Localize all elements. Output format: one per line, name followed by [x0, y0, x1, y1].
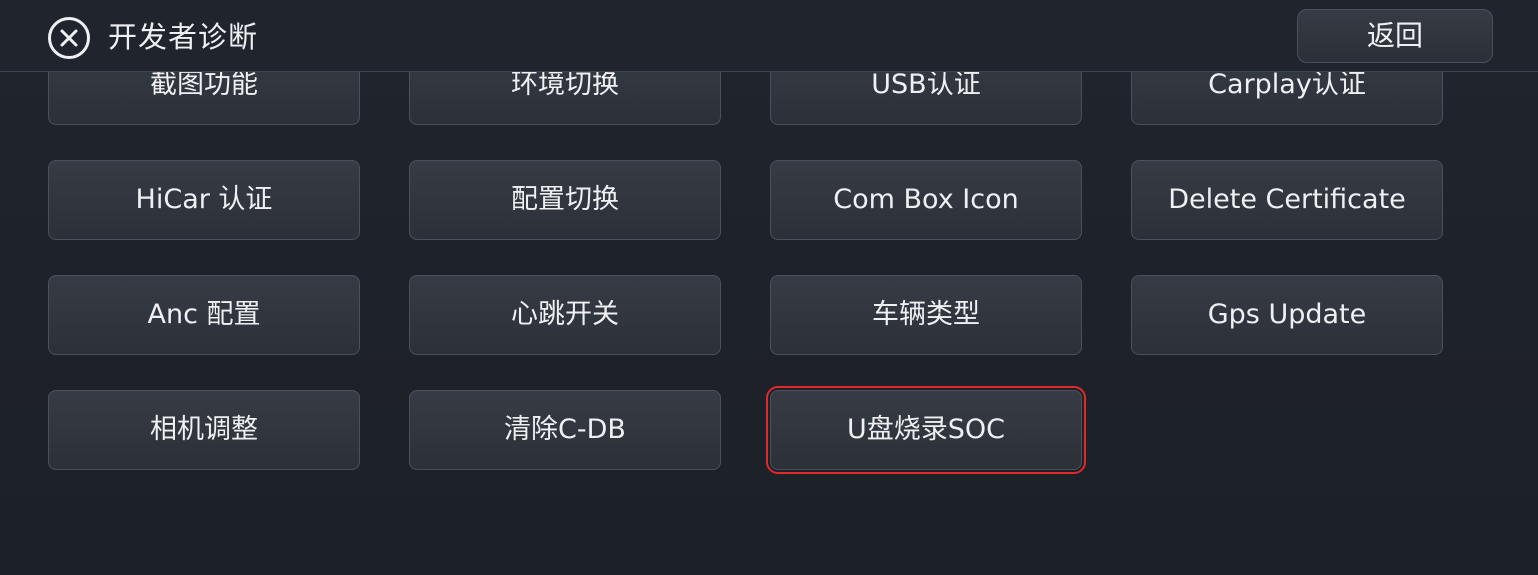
function-button[interactable]: 环境切换	[409, 72, 721, 125]
header-bar: 开发者诊断 返回	[0, 0, 1538, 72]
function-button[interactable]: Carplay认证	[1131, 72, 1443, 125]
function-button[interactable]: Com Box Icon	[770, 160, 1082, 240]
function-button[interactable]: 相机调整	[48, 390, 360, 470]
close-circle-icon	[48, 17, 90, 59]
developer-diagnostics-screen: 开发者诊断 返回 截图功能 环境切换 USB认证 Carplay认证 HiCar 认证配…	[0, 0, 1538, 575]
function-button[interactable]: 清除C-DB	[409, 390, 721, 470]
function-button[interactable]: 车辆类型	[770, 275, 1082, 355]
function-button[interactable]: Delete Certificate	[1131, 160, 1443, 240]
function-button[interactable]: Gps Update	[1131, 275, 1443, 355]
function-button-selected[interactable]: U盘烧录SOC	[766, 386, 1086, 474]
function-button[interactable]: HiCar 认证	[48, 160, 360, 240]
function-button[interactable]: 心跳开关	[409, 275, 721, 355]
page-title: 开发者诊断	[108, 20, 259, 54]
close-button[interactable]	[47, 16, 91, 60]
function-button[interactable]: 截图功能	[48, 72, 360, 125]
function-button[interactable]: 配置切换	[409, 160, 721, 240]
function-button[interactable]: Anc 配置	[48, 275, 360, 355]
function-button[interactable]: USB认证	[770, 72, 1082, 125]
function-grid-viewport[interactable]: 截图功能 环境切换 USB认证 Carplay认证 HiCar 认证 配置切换 Com Bo…	[0, 72, 1538, 575]
back-button[interactable]: 返回	[1297, 9, 1493, 63]
